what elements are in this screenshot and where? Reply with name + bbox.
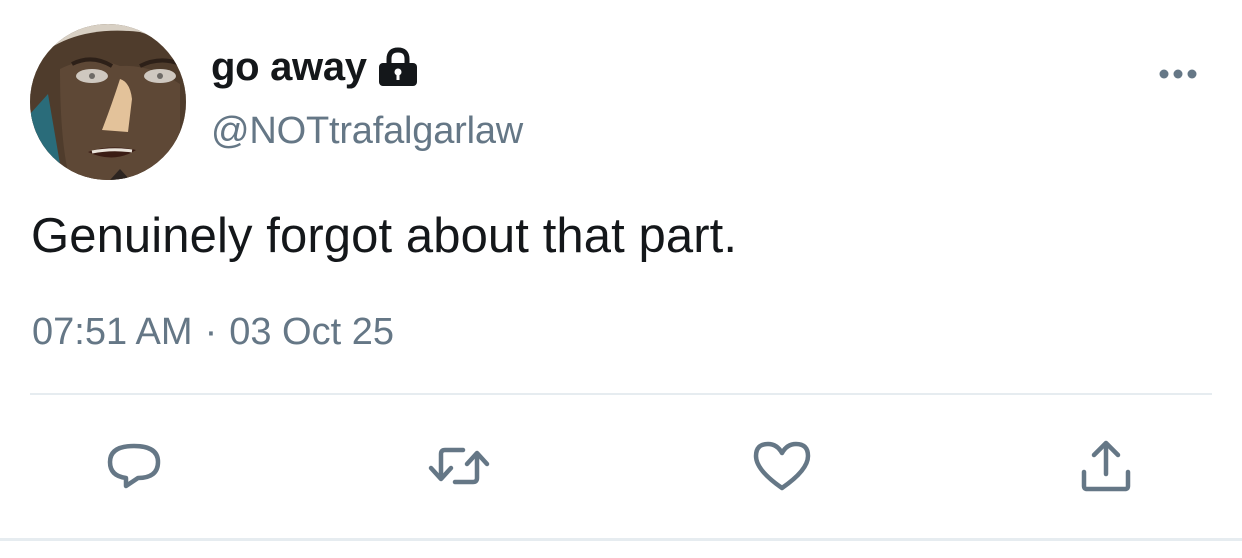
avatar[interactable] [30, 24, 186, 180]
retweet-button[interactable] [427, 434, 491, 498]
tweet-card: go away @NOTtrafalgarlaw Genuinely forgo… [0, 0, 1242, 558]
tweet-date: 03 Oct 25 [229, 311, 394, 353]
user-handle[interactable]: @NOTtrafalgarlaw [211, 110, 523, 153]
avatar-image [30, 24, 186, 180]
author-name-row: go away [211, 42, 419, 92]
reply-icon [107, 443, 161, 489]
tweet-time: 07:51 AM [32, 311, 193, 353]
display-name[interactable]: go away [211, 45, 367, 90]
like-button[interactable] [750, 434, 814, 498]
tweet-text: Genuinely forgot about that part. [31, 209, 738, 263]
share-button[interactable] [1074, 434, 1138, 498]
tweet-timestamp[interactable]: 07:51 AM · 03 Oct 25 [32, 311, 394, 354]
divider [30, 393, 1212, 395]
share-icon [1081, 440, 1131, 492]
lock-icon [378, 47, 417, 86]
heart-icon [753, 441, 811, 491]
meta-separator: · [204, 311, 218, 353]
bottom-border [0, 538, 1242, 541]
retweet-icon [428, 447, 490, 485]
more-options-icon[interactable] [1158, 66, 1198, 82]
reply-button[interactable] [102, 434, 166, 498]
